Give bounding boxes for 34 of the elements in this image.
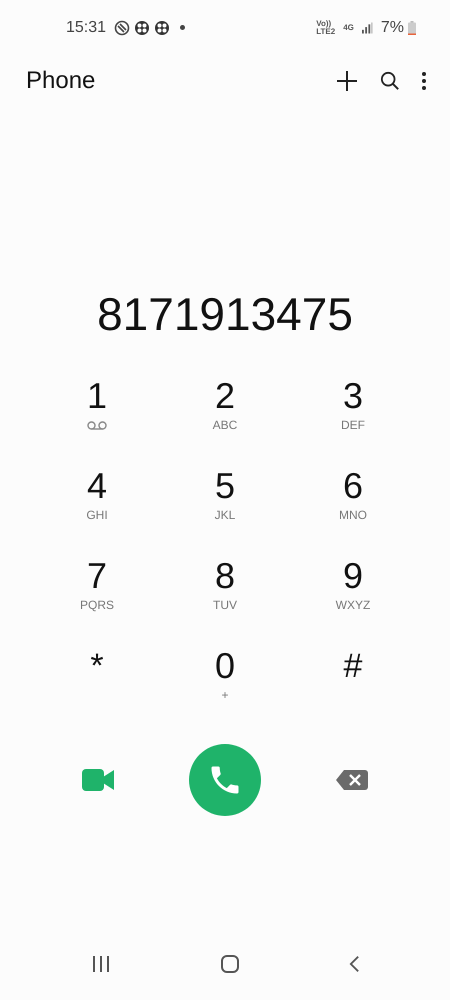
add-icon[interactable] (336, 70, 358, 92)
more-notifications-icon (180, 25, 186, 30)
dialed-number: 8171913475 (96, 287, 354, 342)
dial-key[interactable]: * (33, 644, 161, 720)
app-title: Phone (26, 67, 96, 95)
app-icon (134, 20, 150, 36)
dial-key[interactable]: 8 TUV (161, 554, 289, 630)
search-icon[interactable] (380, 71, 400, 91)
more-options-icon[interactable] (422, 72, 426, 90)
signal-icon (362, 22, 373, 34)
dial-key[interactable]: 3 DEF (289, 374, 417, 450)
recent-apps-icon[interactable] (92, 956, 110, 972)
dial-key[interactable]: 9 WXYZ (289, 554, 417, 630)
dial-key[interactable]: 0 + (161, 644, 289, 720)
dial-key[interactable]: 5 JKL (161, 464, 289, 540)
voicemail-icon (87, 421, 107, 430)
data-type-label: 4G (343, 23, 354, 32)
back-icon[interactable] (349, 955, 360, 973)
notification-icon (114, 20, 130, 36)
battery-icon (408, 20, 416, 34)
dial-key[interactable]: 2 ABC (161, 374, 289, 450)
home-icon[interactable] (220, 955, 238, 973)
video-call-icon[interactable] (82, 769, 114, 791)
app-icon (154, 20, 170, 36)
volte-label: Vo)) (316, 20, 332, 28)
status-time: 15:31 (66, 18, 106, 36)
dial-key[interactable]: 6 MNO (289, 464, 417, 540)
backspace-icon[interactable] (336, 770, 368, 790)
dial-key[interactable]: 7 PQRS (33, 554, 161, 630)
battery-percent: 7% (380, 18, 404, 36)
lte-label: LTE2 (316, 28, 336, 36)
dial-key[interactable]: 4 GHI (33, 464, 161, 540)
dial-key[interactable]: # (289, 644, 417, 720)
dial-key[interactable]: 1 (33, 374, 161, 450)
